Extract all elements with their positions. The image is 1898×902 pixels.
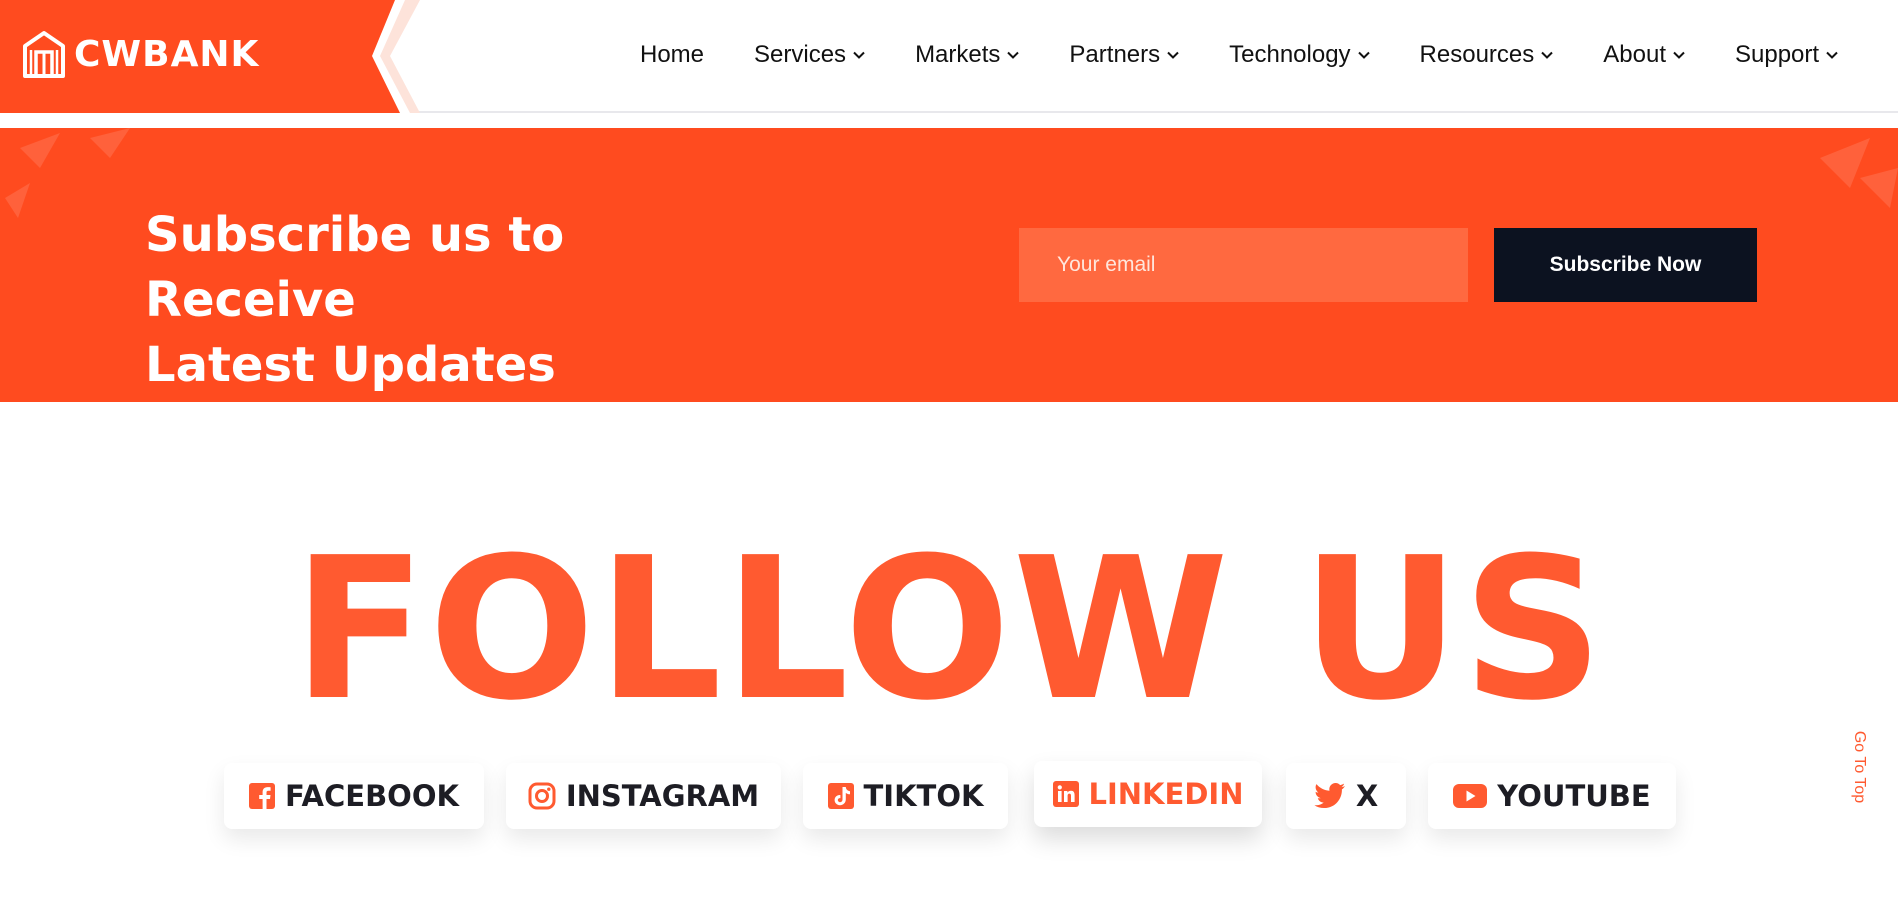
subscribe-button[interactable]: Subscribe Now: [1494, 228, 1757, 302]
subscribe-section: Subscribe us to Receive Latest Updates S…: [0, 128, 1898, 402]
youtube-icon: [1453, 784, 1488, 808]
nav-item-partners[interactable]: Partners: [1069, 41, 1179, 69]
nav-item-resources[interactable]: Resources: [1420, 41, 1554, 69]
social-label: TIKTOK: [863, 779, 984, 813]
chevron-down-icon: [1007, 51, 1020, 59]
linkedin-icon: [1052, 781, 1079, 807]
email-input[interactable]: [1019, 228, 1468, 302]
brand-logo[interactable]: CWBANK: [22, 30, 259, 78]
bank-building-icon: [23, 31, 65, 78]
nav-item-label: Support: [1734, 41, 1820, 68]
nav-item-home[interactable]: Home: [640, 41, 704, 69]
nav-item-markets[interactable]: Markets: [915, 41, 1020, 69]
nav-item-technology[interactable]: Technology: [1229, 41, 1370, 69]
nav-item-services[interactable]: Services: [754, 41, 865, 69]
nav-item-about[interactable]: About: [1603, 41, 1685, 69]
social-label: FACEBOOK: [285, 779, 459, 813]
social-label: YOUTUBE: [1497, 779, 1651, 813]
site-header: CWBANK Home Services Markets Partners Te…: [0, 0, 1898, 113]
chevron-down-icon: [1167, 51, 1179, 59]
nav-item-support[interactable]: Support: [1735, 41, 1838, 69]
social-link-instagram[interactable]: INSTAGRAM: [506, 763, 781, 829]
social-link-tiktok[interactable]: TIKTOK: [803, 763, 1008, 829]
subscribe-heading: Subscribe us to Receive Latest Updates: [145, 203, 785, 398]
social-links: FACEBOOK INSTAGRAM TIKTOK LINKEDIN X YOU…: [0, 761, 1898, 829]
chevron-down-icon: [1357, 51, 1370, 59]
social-link-linkedin[interactable]: LINKEDIN: [1034, 761, 1262, 827]
social-link-x[interactable]: X: [1286, 763, 1406, 829]
chevron-down-icon: [1541, 51, 1553, 59]
tiktok-icon: [827, 783, 854, 809]
go-to-top-label: Go To Top: [1851, 730, 1869, 804]
main-nav: Home Services Markets Partners Technolog…: [640, 0, 1838, 110]
social-label: LINKEDIN: [1088, 777, 1244, 811]
instagram-icon: [528, 782, 556, 810]
nav-item-label: Services: [754, 41, 847, 68]
brand-name: CWBANK: [74, 33, 260, 75]
chevron-down-icon: [853, 51, 865, 59]
nav-item-label: Markets: [915, 41, 1001, 68]
social-label: INSTAGRAM: [565, 779, 760, 813]
follow-us-heading: FOLLOW US: [292, 516, 1606, 744]
nav-item-label: Partners: [1069, 41, 1161, 68]
go-to-top-button[interactable]: Go To Top: [1844, 724, 1874, 810]
nav-item-label: About: [1603, 41, 1666, 68]
social-link-facebook[interactable]: FACEBOOK: [224, 763, 484, 829]
social-link-youtube[interactable]: YOUTUBE: [1428, 763, 1676, 829]
chevron-down-icon: [1826, 51, 1838, 59]
chevron-down-icon: [1673, 51, 1685, 59]
nav-item-label: Technology: [1229, 41, 1351, 68]
twitter-icon: [1314, 783, 1345, 808]
facebook-icon: [249, 783, 276, 809]
nav-item-label: Resources: [1419, 41, 1535, 68]
nav-item-label: Home: [640, 41, 705, 68]
logo-block: CWBANK: [0, 0, 420, 113]
subscribe-heading-line2: Latest Updates: [145, 337, 556, 393]
social-label: X: [1355, 779, 1379, 813]
subscribe-heading-line1: Subscribe us to Receive: [145, 207, 565, 328]
